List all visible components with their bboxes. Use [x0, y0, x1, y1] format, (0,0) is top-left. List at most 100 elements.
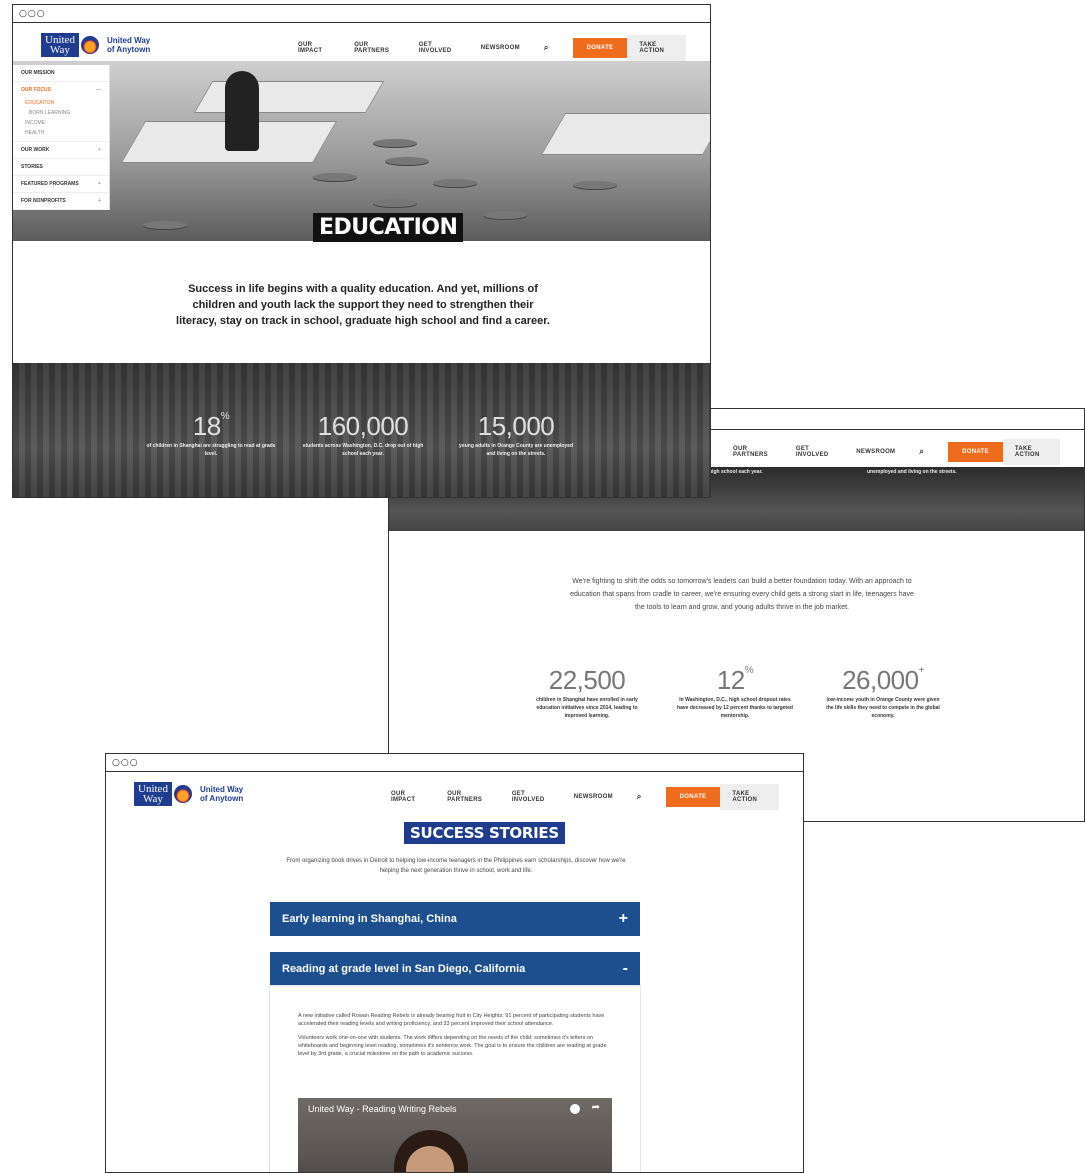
main-nav: OUR PARTNERS GET INVOLVED NEWSROOM ⌕ DON…	[733, 439, 1084, 465]
donate-button[interactable]: DONATE	[948, 442, 1003, 462]
logo[interactable]: United Way United Way of Anytown	[134, 782, 243, 806]
logo-mark-icon: United Way	[134, 782, 172, 806]
brand-name-line-2: of Anytown	[199, 794, 244, 803]
stat-number: 160,000	[317, 411, 409, 441]
nav-get-involved[interactable]: GET INVOLVED	[419, 42, 457, 54]
nav-our-partners[interactable]: OUR PARTNERS	[447, 791, 488, 803]
nav-get-involved[interactable]: GET INVOLVED	[796, 446, 832, 458]
donate-button[interactable]: DONATE	[665, 787, 721, 807]
sidebar-subitem-health[interactable]: HEALTH	[13, 128, 109, 142]
take-action-button[interactable]: TAKE ACTION	[1002, 439, 1060, 465]
nav-get-involved[interactable]: GET INVOLVED	[512, 791, 550, 803]
stat-number: 22,500	[548, 665, 626, 695]
logo-mark-icon: United Way	[41, 33, 79, 57]
logo[interactable]: United Way United Way of Anytown	[41, 33, 150, 57]
window-controls-icon[interactable]: ○○○	[19, 9, 46, 19]
take-action-button[interactable]: TAKE ACTION	[720, 784, 779, 810]
stat-number: 12	[716, 665, 745, 695]
nav-our-partners[interactable]: OUR PARTNERS	[733, 446, 772, 458]
panel-paragraph: A new initiative called Rowan Reading Re…	[298, 1013, 605, 1027]
accordion-title: Early learning in Shanghai, China	[282, 913, 457, 925]
sun-icon	[80, 36, 99, 54]
intro-paragraph: We're fighting to shift the odds so tomo…	[570, 578, 914, 611]
brand-name-line-2: of Anytown	[106, 45, 151, 54]
nav-newsroom[interactable]: NEWSROOM	[574, 794, 613, 800]
stool	[373, 199, 417, 207]
brand-name-line-1: United Way	[199, 785, 244, 794]
accordion-item-reading-grade-level[interactable]: Reading at grade level in San Diego, Cal…	[270, 952, 640, 986]
window-controls-icon[interactable]: ○○○	[112, 758, 139, 768]
stool	[385, 157, 429, 165]
panel-paragraph: Volunteers work one-on-one with students…	[298, 1035, 607, 1057]
stat-description: young adults in Orange County are unempl…	[458, 443, 574, 457]
stat-item: 18% of children in Shanghai are struggli…	[143, 411, 279, 458]
window-titlebar: ○○○	[13, 5, 710, 23]
logo-line-2: Way	[143, 793, 163, 805]
brand-name-line-1: United Way	[106, 36, 151, 45]
stat-item: 22,500 children in Shanghai have enrolle…	[527, 665, 647, 720]
expand-icon[interactable]: +	[619, 910, 628, 928]
stool	[433, 179, 477, 187]
stat-description: of children in Shanghai are struggling t…	[146, 443, 276, 457]
sidebar-item-featured-programs[interactable]: FEATURED PROGRAMS +	[13, 176, 109, 193]
sidebar-subitem-born-learning[interactable]: BORN LEARNING	[13, 108, 109, 118]
share-icon[interactable]: ➦	[592, 1102, 600, 1113]
cafeteria-table	[193, 81, 385, 113]
video-title[interactable]: United Way - Reading Writing Rebels	[308, 1104, 457, 1114]
sidebar-item-for-nonprofits[interactable]: FOR NONPROFITS +	[13, 193, 109, 210]
stool	[373, 139, 417, 147]
sidebar-item-stories[interactable]: STORIES	[13, 159, 109, 176]
intro-paragraph: From organizing book drives in Detroit t…	[286, 858, 626, 874]
nav-newsroom[interactable]: NEWSROOM	[856, 449, 895, 455]
search-icon[interactable]: ⌕	[637, 792, 642, 802]
sidebar-item-our-mission[interactable]: OUR MISSION	[13, 65, 109, 82]
stat-number: 18	[192, 411, 221, 441]
main-nav: OUR IMPACT OUR PARTNERS GET INVOLVED NEW…	[391, 784, 803, 810]
stat-caption-right: unemployed and living on the streets.	[867, 469, 957, 475]
logo-line-2: Way	[50, 44, 70, 56]
donate-button[interactable]: DONATE	[572, 38, 628, 58]
site-header: United Way United Way of Anytown OUR IMP…	[13, 23, 710, 61]
sidebar-item-our-focus[interactable]: OUR FOCUS —	[13, 82, 109, 98]
stool	[483, 211, 527, 219]
nav-newsroom[interactable]: NEWSROOM	[481, 45, 520, 51]
search-icon[interactable]: ⌕	[544, 43, 549, 53]
expand-icon[interactable]: +	[98, 181, 101, 187]
stat-number: 26,000	[842, 665, 919, 695]
watch-later-icon[interactable]	[570, 1104, 580, 1114]
intro-paragraph: Success in life begins with a quality ed…	[176, 283, 550, 327]
collapse-icon[interactable]: —	[96, 87, 101, 93]
expand-icon[interactable]: +	[98, 198, 101, 204]
window-titlebar: ○○○	[106, 754, 803, 772]
stat-item: 15,000 young adults in Orange County are…	[457, 411, 575, 458]
nav-our-partners[interactable]: OUR PARTNERS	[354, 42, 395, 54]
browser-window-education: ○○○ United Way United Way of Anytown OUR…	[12, 4, 711, 498]
browser-window-success-stories: ○○○ United Way United Way of Anytown OUR…	[105, 753, 804, 1173]
main-nav: OUR IMPACT OUR PARTNERS GET INVOLVED NEW…	[298, 35, 710, 61]
accordion-item-early-learning[interactable]: Early learning in Shanghai, China +	[270, 902, 640, 936]
search-icon[interactable]: ⌕	[919, 447, 924, 457]
stat-item: 26,000+ low-income youth in Orange Count…	[823, 665, 943, 720]
sidebar-subitem-income[interactable]: INCOME	[13, 118, 109, 128]
stats-band: 18% of children in Shanghai are struggli…	[13, 363, 710, 497]
stat-item: 160,000 students across Washington, D.C.…	[299, 411, 427, 458]
student-figure	[225, 71, 259, 151]
sidebar-subitem-education[interactable]: EDUCATION	[13, 98, 109, 108]
take-action-button[interactable]: TAKE ACTION	[627, 35, 686, 61]
stool	[313, 173, 357, 181]
collapse-icon[interactable]: -	[623, 960, 628, 978]
stat-caption-left: high school each year.	[709, 469, 763, 475]
stat-number: 15,000	[477, 411, 555, 441]
nav-our-impact[interactable]: OUR IMPACT	[298, 42, 330, 54]
stat-suffix: %	[220, 411, 230, 422]
page-title: SUCCESS STORIES	[404, 822, 565, 844]
stat-description: students across Washington, D.C. drop ou…	[302, 443, 424, 457]
site-header: United Way United Way of Anytown OUR IMP…	[106, 772, 803, 810]
expand-icon[interactable]: +	[98, 147, 101, 153]
accordion-title: Reading at grade level in San Diego, Cal…	[282, 963, 526, 975]
section-sidebar: OUR MISSION OUR FOCUS — EDUCATION BORN LE…	[13, 65, 109, 210]
stool	[143, 221, 187, 229]
stat-suffix: +	[918, 665, 925, 676]
sidebar-item-our-work[interactable]: OUR WORK +	[13, 142, 109, 159]
nav-our-impact[interactable]: OUR IMPACT	[391, 791, 423, 803]
